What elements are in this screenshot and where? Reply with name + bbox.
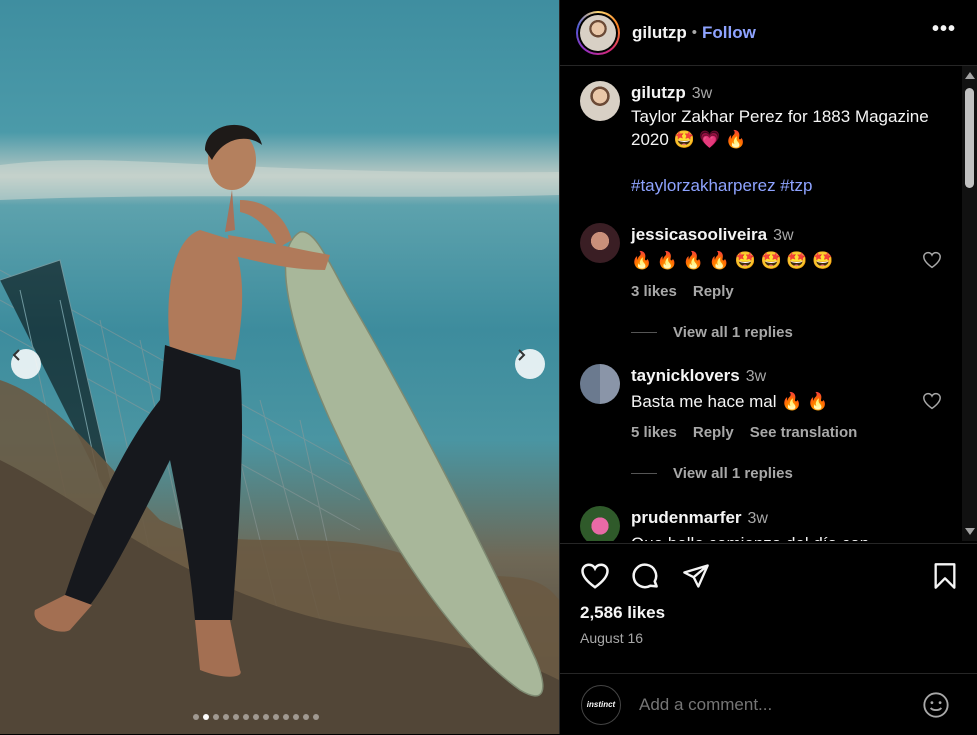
- comment-text: Que bello comienzo del día con: [631, 532, 960, 541]
- comment-item: taynicklovers 3w Basta me hace mal 🔥 🔥 5 …: [580, 364, 960, 444]
- heart-icon[interactable]: [922, 251, 942, 269]
- comment-username[interactable]: taynicklovers: [631, 366, 740, 385]
- carousel-prev-button[interactable]: [11, 349, 41, 379]
- view-replies-button[interactable]: View all 1 replies: [631, 324, 962, 341]
- post-header: gilutzp • Follow •••: [560, 0, 977, 66]
- view-replies-label: View all 1 replies: [673, 324, 793, 341]
- chevron-right-icon: [518, 349, 526, 361]
- comment-item: prudenmarfer 3w Que bello comienzo del dí…: [580, 506, 960, 541]
- scroll-up-icon[interactable]: [965, 72, 975, 79]
- avatar[interactable]: [580, 81, 620, 121]
- comment-time: 3w: [745, 368, 767, 385]
- carousel-dot: [313, 714, 319, 720]
- comment-time: 3w: [773, 227, 794, 244]
- post-author-username[interactable]: gilutzp: [632, 23, 687, 43]
- post-date: August 16: [580, 630, 644, 646]
- comment-username[interactable]: jessicasooliveira: [631, 225, 767, 244]
- avatar: [580, 14, 616, 51]
- comment-time: 3w: [747, 510, 768, 527]
- heart-icon[interactable]: [922, 392, 942, 410]
- carousel-dot: [263, 714, 269, 720]
- view-replies-button[interactable]: View all 1 replies: [631, 465, 962, 482]
- post-photo: [0, 0, 559, 734]
- comment-username[interactable]: prudenmarfer: [631, 508, 742, 527]
- caption-item: gilutzp 3w Taylor Zakhar Perez for 1883 M…: [580, 81, 960, 197]
- carousel-dot: [253, 714, 259, 720]
- add-comment-bar: instinct: [560, 673, 977, 735]
- comment-likes[interactable]: 3 likes: [631, 283, 677, 300]
- reply-button[interactable]: Reply: [693, 283, 734, 300]
- current-user-avatar: instinct: [581, 684, 621, 725]
- carousel-dot: [293, 714, 299, 720]
- follow-button[interactable]: Follow: [702, 23, 756, 43]
- heart-icon[interactable]: [580, 562, 610, 590]
- comment-icon[interactable]: [631, 562, 661, 592]
- avatar[interactable]: [580, 506, 620, 541]
- carousel-indicator: [193, 714, 319, 720]
- likes-count[interactable]: 2,586 likes: [580, 603, 665, 623]
- carousel-dot: [203, 714, 209, 720]
- more-options-icon[interactable]: •••: [932, 18, 956, 41]
- comments-scrollbar[interactable]: [962, 66, 977, 541]
- comment-likes[interactable]: 5 likes: [631, 424, 677, 441]
- story-ring[interactable]: [576, 10, 620, 55]
- carousel-dot: [243, 714, 249, 720]
- carousel-dot: [303, 714, 309, 720]
- see-translation-button[interactable]: See translation: [750, 424, 858, 441]
- post-side-panel: gilutzp • Follow ••• gilutzp 3w Taylor Za…: [559, 0, 977, 734]
- carousel-next-button[interactable]: [515, 349, 545, 379]
- scroll-down-icon[interactable]: [965, 528, 975, 535]
- comment-text: 🔥 🔥 🔥 🔥 🤩 🤩 🤩 🤩: [631, 251, 834, 270]
- carousel-dot: [213, 714, 219, 720]
- caption-time: 3w: [691, 85, 713, 102]
- photo-illustration: [0, 124, 559, 734]
- carousel-dot: [193, 714, 199, 720]
- caption-text: Taylor Zakhar Perez for 1883 Magazine 20…: [631, 107, 929, 149]
- carousel-dot: [223, 714, 229, 720]
- view-replies-label: View all 1 replies: [673, 465, 793, 482]
- carousel-dot: [233, 714, 239, 720]
- avatar[interactable]: [580, 223, 620, 263]
- bookmark-icon[interactable]: [932, 562, 958, 590]
- reply-button[interactable]: Reply: [693, 424, 734, 441]
- post-actions: 2,586 likes August 16: [560, 543, 977, 674]
- separator-dot: •: [691, 24, 698, 41]
- comment-text: Basta me hace mal 🔥 🔥: [631, 392, 829, 411]
- avatar[interactable]: [580, 364, 620, 404]
- share-icon[interactable]: [681, 562, 711, 590]
- scroll-thumb[interactable]: [965, 88, 974, 188]
- carousel-dot: [273, 714, 279, 720]
- emoji-icon[interactable]: [922, 691, 950, 719]
- chevron-left-icon: [12, 349, 20, 361]
- add-comment-input[interactable]: [637, 693, 901, 716]
- caption-hashtags[interactable]: #taylorzakharperez #tzp: [631, 174, 960, 197]
- caption-username[interactable]: gilutzp: [631, 83, 686, 102]
- comment-item: jessicasooliveira 3w 🔥 🔥 🔥 🔥 🤩 🤩 🤩 🤩 3 li…: [580, 223, 960, 303]
- carousel-dot: [283, 714, 289, 720]
- comments-list: gilutzp 3w Taylor Zakhar Perez for 1883 M…: [560, 66, 962, 541]
